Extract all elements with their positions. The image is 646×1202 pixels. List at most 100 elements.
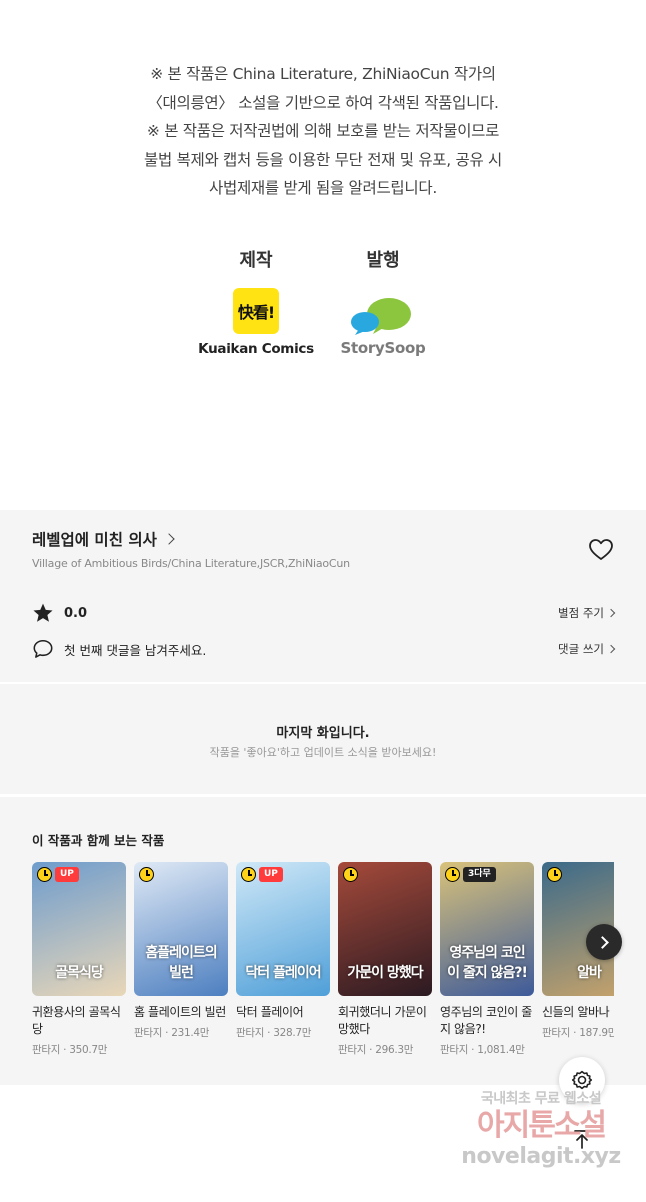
settings-button[interactable] xyxy=(559,1057,605,1103)
chevron-right-icon xyxy=(606,608,616,618)
card-meta: 판타지 · 296.3만 xyxy=(338,1042,432,1057)
meta-separator: · xyxy=(60,1044,70,1056)
card-genre: 판타지 xyxy=(134,1027,163,1039)
cover-thumbnail: UP 닥터 플레이어 xyxy=(236,862,330,996)
work-info-panel: 레벨업에 미친 의사 Village of Ambitious Birds/Ch… xyxy=(0,510,646,682)
recommendation-card[interactable]: 3다무 영주님의 코인이 줄지 않음?! 영주님의 코인이 줄지 않음?! 판타지 ·… xyxy=(440,862,534,1057)
comment-prompt: 첫 번째 댓글을 남겨주세요. xyxy=(64,642,207,658)
card-views: 1,081.4만 xyxy=(477,1044,525,1056)
meta-separator: · xyxy=(570,1027,580,1039)
star-icon xyxy=(33,603,53,622)
recommendation-card[interactable]: UP 닥터 플레이어닥터 플레이어판타지 · 328.7만 xyxy=(236,862,330,1040)
card-views: 187.9만 xyxy=(579,1027,614,1039)
card-views: 328.7만 xyxy=(273,1027,312,1039)
arrow-up-icon xyxy=(574,1130,590,1149)
recommendation-carousel: UP 골목식당귀환용사의 골목식당판타지 · 350.7만 홈플레이트의 빌런홈 플… xyxy=(32,862,614,1077)
copyright-notice: ※ 본 작품은 China Literature, ZhiNiaoCun 작가의… xyxy=(0,60,646,203)
card-meta: 판타지 · 350.7만 xyxy=(32,1042,126,1057)
kuaikan-logo: 快看! xyxy=(233,288,279,334)
card-meta: 판타지 · 1,081.4만 xyxy=(440,1042,534,1057)
rating-value: 0.0 xyxy=(64,605,88,621)
chevron-right-icon xyxy=(596,935,609,949)
cover-title: 골목식당 xyxy=(55,965,104,981)
status-badge: UP xyxy=(55,867,79,882)
card-genre: 판타지 xyxy=(338,1044,367,1056)
watermark-line: 국내최초 무료 웹소설 xyxy=(480,1091,602,1107)
cover-title: 가문이 망했다 xyxy=(347,965,423,981)
card-title: 영주님의 코인이 줄지 않음?! xyxy=(440,1005,532,1036)
status-badge: UP xyxy=(259,867,283,882)
last-episode-title: 마지막 화입니다. xyxy=(276,726,370,741)
carousel-next-button[interactable] xyxy=(586,924,622,960)
meta-separator: · xyxy=(162,1027,172,1039)
card-title: 닥터 플레이어 xyxy=(236,1005,304,1019)
production-name: Kuaikan Comics xyxy=(198,341,314,357)
comment-row: 첫 번째 댓글을 남겨주세요. 댓글 쓰기 xyxy=(32,638,616,660)
work-title-link[interactable]: 레벨업에 미친 의사 xyxy=(32,528,175,550)
notice-line: ※ 본 작품은 China Literature, ZhiNiaoCun 작가의 xyxy=(150,65,496,83)
card-meta: 판타지 · 328.7만 xyxy=(236,1025,330,1040)
wait-free-clock-icon xyxy=(445,867,460,882)
recommendations-section: 이 작품과 함께 보는 작품 UP 골목식당귀환용사의 골목식당판타지 · 350… xyxy=(0,797,646,1085)
rating-row: 0.0 별점 주기 xyxy=(32,602,616,624)
like-heart-icon[interactable] xyxy=(588,538,614,562)
watermark: 국내최초 무료 웹소설 아지툰소설 novelagit.xyz xyxy=(446,1088,636,1188)
credits: 제작 快看! Kuaikan Comics 발행 StorySoop xyxy=(0,246,646,357)
card-title: 신들의 알바나 xyxy=(542,1005,610,1019)
scroll-top-button[interactable] xyxy=(559,1116,605,1162)
recommendations-heading: 이 작품과 함께 보는 작품 xyxy=(32,833,165,848)
rate-button-label: 별점 주기 xyxy=(558,606,604,620)
card-title: 귀환용사의 골목식당 xyxy=(32,1005,121,1036)
cover-thumbnail: 가문이 망했다 xyxy=(338,862,432,996)
watermark-line: 아지툰소설 xyxy=(477,1108,607,1143)
work-title: 레벨업에 미친 의사 xyxy=(32,531,157,549)
wait-free-clock-icon xyxy=(547,867,562,882)
notice-line: 사법제재를 받게 됨을 알려드립니다. xyxy=(209,179,437,197)
publish-label: 발행 xyxy=(366,250,400,271)
card-views: 231.4만 xyxy=(171,1027,210,1039)
chevron-right-icon xyxy=(606,644,616,654)
recommendation-card[interactable]: 홈플레이트의 빌런홈 플레이트의 빌런판타지 · 231.4만 xyxy=(134,862,228,1040)
write-comment-button[interactable]: 댓글 쓰기 xyxy=(558,641,616,657)
card-title: 회귀했더니 가문이 망했다 xyxy=(338,1005,427,1036)
wait-free-clock-icon xyxy=(241,867,256,882)
publisher-name: StorySoop xyxy=(340,339,426,357)
card-genre: 판타지 xyxy=(236,1027,265,1039)
card-meta: 판타지 · 187.9만 xyxy=(542,1025,614,1040)
notice-line: 〈대의릉연〉 소설을 기반으로 하여 각색된 작품입니다. xyxy=(147,93,499,112)
cover-thumbnail: 3다무 영주님의 코인이 줄지 않음?! xyxy=(440,862,534,996)
notice-line: ※ 본 작품은 저작권법에 의해 보호를 받는 저작물이므로 xyxy=(146,122,500,140)
card-views: 350.7만 xyxy=(69,1044,108,1056)
cover-title: 영주님의 코인이 줄지 않음?! xyxy=(447,945,528,981)
card-genre: 판타지 xyxy=(440,1044,469,1056)
publisher-credit: 발행 StorySoop xyxy=(313,246,453,357)
card-genre: 판타지 xyxy=(32,1044,61,1056)
notice-line: 불법 복제와 캡처 등을 이용한 무단 전재 및 유포, 공유 시 xyxy=(143,150,503,169)
watermark-line: novelagit.xyz xyxy=(461,1144,621,1169)
chevron-right-icon xyxy=(163,533,175,545)
card-meta: 판타지 · 231.4만 xyxy=(134,1025,228,1040)
comment-bubble-icon xyxy=(33,639,53,658)
production-credit: 제작 快看! Kuaikan Comics xyxy=(186,246,326,357)
wait-free-clock-icon xyxy=(37,867,52,882)
storysoop-logo xyxy=(343,296,423,336)
meta-separator: · xyxy=(468,1044,478,1056)
production-label: 제작 xyxy=(239,250,273,271)
cover-title: 알바 xyxy=(577,965,602,981)
last-episode-subtitle: 작품을 '좋아요'하고 업데이트 소식을 받아보세요! xyxy=(209,746,437,759)
work-authors: Village of Ambitious Birds/China Literat… xyxy=(32,557,350,570)
cover-thumbnail: UP 골목식당 xyxy=(32,862,126,996)
recommendation-card[interactable]: UP 골목식당귀환용사의 골목식당판타지 · 350.7만 xyxy=(32,862,126,1057)
recommendation-card[interactable]: 가문이 망했다회귀했더니 가문이 망했다판타지 · 296.3만 xyxy=(338,862,432,1057)
gear-icon xyxy=(571,1070,593,1090)
write-comment-label: 댓글 쓰기 xyxy=(558,642,604,656)
last-episode-panel: 마지막 화입니다. 작품을 '좋아요'하고 업데이트 소식을 받아보세요! xyxy=(0,684,646,794)
card-title: 홈 플레이트의 빌런 xyxy=(134,1005,226,1019)
meta-separator: · xyxy=(366,1044,376,1056)
wait-free-clock-icon xyxy=(139,867,154,882)
card-views: 296.3만 xyxy=(375,1044,414,1056)
cover-title: 홈플레이트의 빌런 xyxy=(145,945,217,981)
rate-button[interactable]: 별점 주기 xyxy=(558,605,616,621)
meta-separator: · xyxy=(264,1027,274,1039)
cover-thumbnail: 홈플레이트의 빌런 xyxy=(134,862,228,996)
